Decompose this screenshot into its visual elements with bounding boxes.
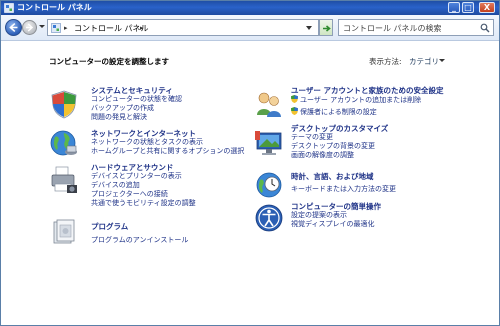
breadcrumb-separator[interactable]: ▸ (140, 24, 144, 32)
breadcrumb-separator[interactable]: ▸ (64, 24, 68, 32)
control-panel-icon (51, 23, 61, 33)
link-change-desktop-background[interactable]: デスクトップの背景の変更 (291, 142, 375, 151)
link-parental-controls-label[interactable]: 保護者による制限の設定 (300, 108, 377, 116)
control-panel-icon (4, 3, 14, 13)
link-optimize-visual-display[interactable]: 視覚ディスプレイの最適化 (291, 220, 375, 229)
category-network-internet[interactable]: ネットワークとインターネット (91, 129, 196, 138)
link-create-backup[interactable]: バックアップの作成 (91, 104, 154, 113)
category-hardware-sound[interactable]: ハードウェアとサウンド (91, 163, 173, 172)
link-adjust-screen-resolution[interactable]: 画面の解像度の調整 (291, 151, 354, 160)
uac-shield-icon (291, 107, 298, 115)
refresh-button[interactable] (319, 19, 333, 36)
system-security-icon[interactable] (49, 89, 79, 119)
network-globe-icon[interactable] (49, 128, 79, 158)
search-icon[interactable] (480, 23, 490, 33)
link-change-theme[interactable]: テーマの変更 (291, 133, 333, 142)
forward-arrow-icon (26, 23, 34, 32)
search-placeholder: コントロール パネルの検索 (343, 24, 442, 33)
link-mobility-settings[interactable]: 共通で使うモビリティ設定の調整 (91, 199, 196, 208)
link-parental-controls[interactable]: 保護者による制限の設定 (291, 107, 377, 117)
link-check-computer-status[interactable]: コンピューターの状態を確認 (91, 95, 182, 104)
user-accounts-icon[interactable] (254, 89, 284, 119)
address-bar[interactable]: ▸ コントロール パネル ▸ (47, 19, 319, 36)
recent-pages-dropdown[interactable] (39, 25, 45, 28)
uac-shield-icon (291, 95, 298, 103)
back-button[interactable] (5, 19, 22, 36)
appearance-personalization-icon[interactable] (254, 127, 284, 157)
link-troubleshoot[interactable]: 問題の発見と解決 (91, 113, 147, 122)
hardware-printer-icon[interactable] (49, 165, 79, 195)
view-by-label: 表示方法: (369, 57, 402, 66)
window-title: コントロール パネル (17, 3, 92, 12)
ease-of-access-icon[interactable] (254, 203, 284, 233)
maximize-button[interactable]: □ (462, 2, 474, 13)
forward-button[interactable] (22, 20, 37, 35)
link-add-remove-accounts-label[interactable]: ユーザー アカウントの追加または削除 (300, 96, 421, 104)
address-dropdown-button[interactable] (306, 26, 312, 30)
link-uninstall-program[interactable]: プログラムのアンインストール (91, 236, 188, 245)
link-change-keyboard-input[interactable]: キーボードまたは入力方法の変更 (291, 185, 396, 194)
navigation-bar: ▸ コントロール パネル ▸ コントロール パネルの検索 (1, 15, 499, 41)
category-system-security[interactable]: システムとセキュリティ (91, 86, 173, 95)
category-desktop-customization[interactable]: デスクトップのカスタマイズ (291, 124, 388, 133)
link-network-status[interactable]: ネットワークの状態とタスクの表示 (91, 138, 203, 147)
link-devices-printers[interactable]: デバイスとプリンターの表示 (91, 172, 182, 181)
view-by-selector[interactable]: カテゴリ (409, 56, 439, 67)
minimize-button[interactable]: _ (448, 2, 460, 13)
category-user-accounts[interactable]: ユーザー アカウントと家族のための安全設定 (291, 86, 443, 95)
refresh-icon (323, 25, 331, 32)
category-ease-of-access[interactable]: コンピューターの簡単操作 (291, 202, 381, 211)
link-homegroup-sharing[interactable]: ホームグループと共有に関するオプションの選択 (91, 147, 244, 156)
category-programs[interactable]: プログラム (91, 222, 128, 231)
page-heading: コンピューターの設定を調整します (49, 57, 169, 66)
breadcrumb-control-panel[interactable]: コントロール パネル (74, 23, 149, 34)
link-add-remove-accounts[interactable]: ユーザー アカウントの追加または削除 (291, 95, 421, 105)
category-clock-language-region[interactable]: 時計、言語、および地域 (291, 172, 374, 181)
back-arrow-icon (9, 22, 18, 33)
link-suggested-settings[interactable]: 設定の提案の表示 (291, 211, 347, 220)
clock-language-region-icon[interactable] (254, 169, 284, 199)
close-button[interactable]: X (479, 2, 495, 13)
title-bar: コントロール パネル _ □ X (1, 1, 499, 15)
programs-icon[interactable] (49, 217, 79, 247)
link-add-device[interactable]: デバイスの追加 (91, 181, 140, 190)
link-connect-projector[interactable]: プロジェクターへの接続 (91, 190, 168, 199)
view-by-dropdown-icon[interactable] (439, 59, 445, 62)
search-box[interactable]: コントロール パネルの検索 (338, 19, 494, 36)
control-panel-window: コントロール パネル _ □ X ▸ コントロール パネル ▸ コントロール パ… (0, 0, 500, 326)
